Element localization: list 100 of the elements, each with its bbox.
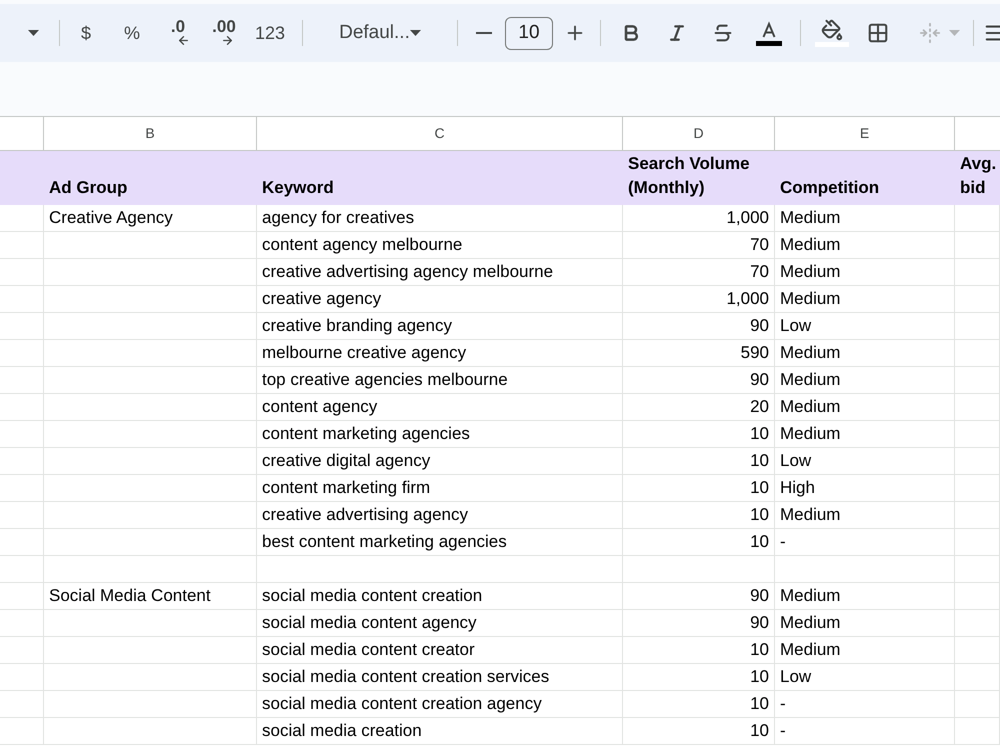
merge-icon xyxy=(918,22,940,44)
strikethrough-icon xyxy=(712,22,734,44)
table-cell xyxy=(0,691,44,718)
table-cell xyxy=(955,664,1000,691)
table-cell xyxy=(955,691,1000,718)
table-cell: Social Media Content xyxy=(44,583,257,610)
table-cell xyxy=(955,502,1000,529)
table-cell xyxy=(0,664,44,691)
table-cell: content agency xyxy=(257,394,623,421)
table-cell: 10 xyxy=(623,718,775,745)
caret-icon xyxy=(28,30,38,36)
table-cell xyxy=(0,556,44,583)
italic-icon xyxy=(667,23,687,43)
table-cell: 90 xyxy=(623,313,775,340)
table-cell xyxy=(0,475,44,502)
table-cell: social media content creation services xyxy=(257,664,623,691)
table-cell xyxy=(955,286,1000,313)
table-cell: Medium xyxy=(775,637,955,664)
table-cell xyxy=(0,394,44,421)
table-cell xyxy=(0,502,44,529)
table-cell: Medium xyxy=(775,340,955,367)
table-cell: 10 xyxy=(623,529,775,556)
right-arrow-icon xyxy=(220,34,234,47)
table-cell: social media creation xyxy=(257,718,623,745)
table-cell xyxy=(955,637,1000,664)
table-cell: 90 xyxy=(623,367,775,394)
table-cell xyxy=(955,313,1000,340)
table-cell: agency for creatives xyxy=(257,205,623,232)
table-cell xyxy=(0,340,44,367)
table-cell: Medium xyxy=(775,610,955,637)
table-cell xyxy=(955,448,1000,475)
header-cell-text: Avg. bid xyxy=(959,153,998,199)
increase-decimal-button[interactable]: .00 xyxy=(201,15,247,51)
table-cell: 590 xyxy=(623,340,775,367)
table-cell: 90 xyxy=(623,610,775,637)
table-cell: content agency melbourne xyxy=(257,232,623,259)
table-cell: melbourne creative agency xyxy=(257,340,623,367)
table-cell xyxy=(955,340,1000,367)
currency-format-button[interactable]: $ xyxy=(63,15,109,51)
table-cell: 10 xyxy=(623,691,775,718)
table-cell: 10 xyxy=(623,637,775,664)
table-cell: creative agency xyxy=(257,286,623,313)
table-cell: 1,000 xyxy=(623,286,775,313)
number-format-button[interactable]: 123 xyxy=(247,15,293,51)
table-cell: 70 xyxy=(623,259,775,286)
table-cell xyxy=(0,583,44,610)
table-cell: Low xyxy=(775,664,955,691)
table-cell: creative digital agency xyxy=(257,448,623,475)
table-cell xyxy=(955,205,1000,232)
table-cell: content marketing firm xyxy=(257,475,623,502)
table-cell: 10 xyxy=(623,475,775,502)
table-cell: 90 xyxy=(623,583,775,610)
table-cell: Medium xyxy=(775,421,955,448)
table-cell xyxy=(955,421,1000,448)
font-dropdown-button[interactable]: Defaul... xyxy=(312,15,448,51)
header-cell-text: Ad Group xyxy=(48,177,128,199)
table-cell xyxy=(0,529,44,556)
table-cell xyxy=(0,610,44,637)
table-cell: 70 xyxy=(623,232,775,259)
table-cell: creative branding agency xyxy=(257,313,623,340)
table-cell: Low xyxy=(775,313,955,340)
table-cell xyxy=(955,718,1000,745)
table-cell xyxy=(0,718,44,745)
table-cell xyxy=(955,556,1000,583)
fill-color-icon xyxy=(815,19,849,47)
table-cell: Low xyxy=(775,448,955,475)
header-cell-text: Keyword xyxy=(261,177,335,199)
decrease-decimal-button[interactable]: .0 xyxy=(155,15,201,51)
table-cell: High xyxy=(775,475,955,502)
font-size-field[interactable]: 10 xyxy=(505,16,553,50)
borders-icon xyxy=(867,22,889,44)
table-cell: Medium xyxy=(775,394,955,421)
table-cell: social media content agency xyxy=(257,610,623,637)
table-cell: Medium xyxy=(775,583,955,610)
table-cell xyxy=(0,286,44,313)
table-cell: Creative Agency xyxy=(44,205,257,232)
table-cell: Medium xyxy=(775,205,955,232)
table-cell xyxy=(955,583,1000,610)
table-cell: creative advertising agency melbourne xyxy=(257,259,623,286)
table-cell xyxy=(955,529,1000,556)
table-cell: best content marketing agencies xyxy=(257,529,623,556)
caret-icon xyxy=(410,30,421,36)
table-cell: - xyxy=(775,718,955,745)
percent-format-button[interactable]: % xyxy=(109,15,155,51)
table-cell: 1,000 xyxy=(623,205,775,232)
caret-icon xyxy=(948,30,960,36)
table-cell xyxy=(955,475,1000,502)
table-cell xyxy=(0,637,44,664)
table-cell: Medium xyxy=(775,232,955,259)
header-cell-text: Competition xyxy=(779,177,880,199)
table-cell: Medium xyxy=(775,502,955,529)
table-cell: Medium xyxy=(775,286,955,313)
table-cell xyxy=(0,313,44,340)
table-cell: top creative agencies melbourne xyxy=(257,367,623,394)
table-cell: 10 xyxy=(623,421,775,448)
minus-icon xyxy=(476,32,492,34)
table-cell: Medium xyxy=(775,367,955,394)
table-cell: social media content creation xyxy=(257,583,623,610)
table-cell: 10 xyxy=(623,502,775,529)
table-cell: 10 xyxy=(623,664,775,691)
